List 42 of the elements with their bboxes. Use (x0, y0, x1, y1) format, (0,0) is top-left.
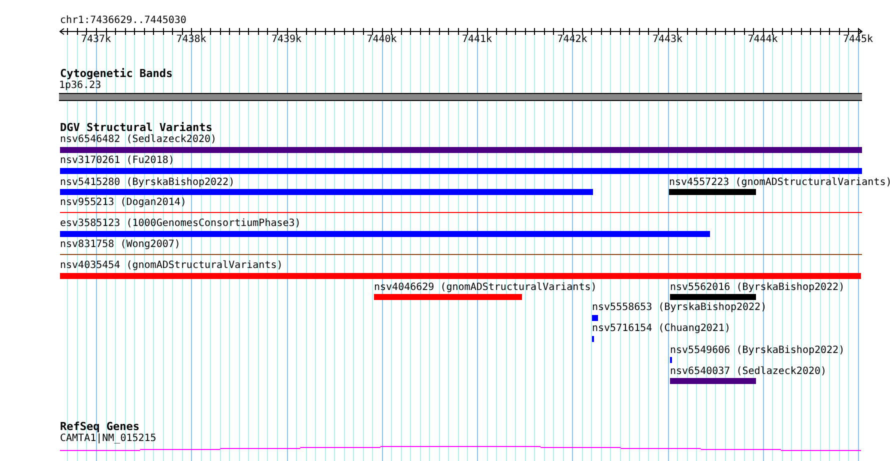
feature-label: nsv5716154 (Chuang2021) (592, 323, 730, 335)
variant-line[interactable] (60, 212, 862, 213)
variant-line[interactable] (60, 254, 862, 255)
feature-label: nsv3170261 (Fu2018) (60, 155, 174, 167)
track-title: DGV Structural Variants (60, 122, 212, 134)
feature-label: esv3585123 (1000GenomesConsortiumPhase3) (60, 218, 301, 230)
feature-label: CAMTA1|NM_015215 (60, 433, 156, 445)
variant-bar[interactable] (60, 273, 861, 279)
tick-label: 7439k (271, 34, 302, 46)
feature-label: nsv4046629 (gnomADStructuralVariants) (374, 282, 597, 294)
feature-label: nsv6540037 (Sedlazeck2020) (670, 366, 827, 378)
feature-label: 1p36.23 (59, 80, 102, 92)
variant-bar[interactable] (670, 294, 756, 300)
variant-bar[interactable] (592, 315, 598, 321)
feature-label: nsv4557223 (gnomADStructuralVariants) (669, 177, 890, 189)
feature-label: nsv5562016 (ByrskaBishop2022) (670, 282, 845, 294)
feature-label: nsv4035454 (gnomADStructuralVariants) (60, 260, 283, 272)
variant-bar[interactable] (670, 378, 756, 384)
feature-label: nsv5549606 (ByrskaBishop2022) (670, 345, 845, 357)
track-title: Cytogenetic Bands (60, 68, 173, 80)
variant-bar[interactable] (60, 231, 710, 237)
tick-label: 7445k (842, 34, 874, 46)
track-title: RefSeq Genes (60, 421, 140, 433)
tick-label: 7443k (652, 34, 683, 46)
tick-label: 7444k (748, 34, 778, 46)
variant-bar[interactable] (374, 294, 522, 300)
variant-bar[interactable] (669, 189, 756, 195)
variant-bar[interactable] (60, 147, 862, 153)
feature-label: nsv831758 (Wong2007) (60, 239, 180, 251)
tick-label: 7442k (557, 34, 588, 46)
variant-bar[interactable] (60, 189, 593, 195)
feature-label: nsv6546482 (Sedlazeck2020) (60, 134, 217, 146)
feature-label: nsv5558653 (ByrskaBishop2022) (592, 302, 767, 314)
tick-label: 7438k (176, 34, 206, 46)
tick-label: 7440k (366, 34, 397, 46)
tick-label: 7441k (462, 34, 492, 46)
feature-label: nsv5415280 (ByrskaBishop2022) (60, 177, 235, 189)
gene-line[interactable] (60, 446, 861, 451)
feature-label: nsv955213 (Dogan2014) (60, 197, 186, 209)
variant-bar[interactable] (60, 168, 862, 174)
tick-label: 7437k (80, 34, 112, 46)
location-label: chr1:7436629..7445030 (60, 15, 186, 27)
